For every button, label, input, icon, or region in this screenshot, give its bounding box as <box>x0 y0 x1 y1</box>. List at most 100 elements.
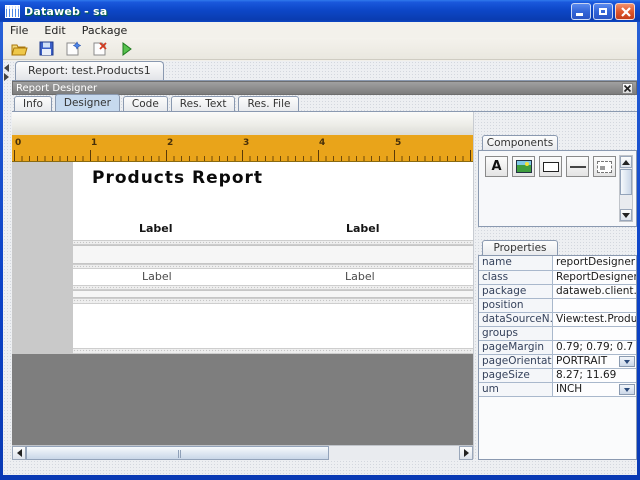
components-palette: A <box>478 150 637 227</box>
property-name: um <box>479 383 553 396</box>
menu-package[interactable]: Package <box>82 24 128 37</box>
report-canvas[interactable]: Products Report Label Label Label Label <box>12 162 473 445</box>
document-tab-products1[interactable]: Report: test.Products1 <box>15 61 164 80</box>
property-value[interactable] <box>553 327 636 340</box>
toolbar <box>3 38 637 60</box>
close-icon <box>621 6 631 17</box>
rectangle-component-button[interactable] <box>539 156 562 177</box>
close-button[interactable] <box>615 2 635 20</box>
tab-scroll-right-icon[interactable] <box>4 73 9 81</box>
restore-button[interactable] <box>593 2 613 20</box>
property-value[interactable]: ReportDesigner <box>553 271 636 284</box>
new-report-icon <box>66 41 81 56</box>
title-bar[interactable]: Dataweb - sa <box>0 0 640 22</box>
workspace: Report: test.Products1 Report Designer I… <box>3 61 637 475</box>
horizontal-scrollbar[interactable] <box>12 445 473 460</box>
ruler-number: 4 <box>319 138 326 148</box>
panel-close-button[interactable] <box>622 82 633 94</box>
tab-scroll-left-icon[interactable] <box>4 64 9 72</box>
delete-report-icon <box>93 42 107 56</box>
panel-component-icon <box>597 160 612 173</box>
new-report-button[interactable] <box>64 41 82 57</box>
scroll-left-button[interactable] <box>12 446 26 460</box>
scroll-up-icon <box>622 159 630 165</box>
line-component-button[interactable] <box>566 156 589 177</box>
group-footer-band[interactable] <box>73 290 473 298</box>
scroll-right-button[interactable] <box>459 446 473 460</box>
menu-bar: File Edit Package <box>3 22 637 38</box>
page-margin-column <box>12 162 73 354</box>
property-value[interactable] <box>553 299 636 312</box>
properties-table: name reportDesigner class ReportDesigner… <box>479 256 636 397</box>
ruler-number: 2 <box>167 138 174 148</box>
image-component-button[interactable] <box>512 156 535 177</box>
tab-designer[interactable]: Designer <box>54 94 120 111</box>
report-page[interactable]: Products Report Label Label Label Label <box>73 162 473 354</box>
property-name: dataSourceN... <box>479 313 553 326</box>
property-row-name[interactable]: name reportDesigner <box>479 256 636 270</box>
rectangle-component-icon <box>542 161 559 172</box>
dropdown-button[interactable] <box>619 356 635 367</box>
property-value[interactable]: 8.27; 11.69 <box>553 369 636 382</box>
scroll-up-button[interactable] <box>620 156 632 168</box>
band-separator[interactable] <box>73 348 473 354</box>
panel-close-icon <box>623 84 632 92</box>
components-tab[interactable]: Components <box>482 135 558 150</box>
horizontal-ruler: 0 1 2 3 4 5 <box>12 135 473 162</box>
property-row-um[interactable]: um INCH <box>479 382 636 396</box>
property-value[interactable]: 0.79; 0.79; 0.7 <box>553 341 636 354</box>
save-button[interactable] <box>37 41 55 57</box>
report-designer-header[interactable]: Report Designer <box>12 81 637 95</box>
minimize-icon <box>576 12 583 16</box>
property-row-pagemargin[interactable]: pageMargin 0.79; 0.79; 0.7 <box>479 340 636 354</box>
property-row-pageorientation[interactable]: pageOrientat... PORTRAIT <box>479 354 636 368</box>
property-value[interactable]: INCH <box>553 383 636 396</box>
scroll-down-button[interactable] <box>620 209 632 221</box>
group-band[interactable] <box>73 245 473 264</box>
footer-band[interactable] <box>73 304 473 348</box>
property-value[interactable]: reportDesigner <box>553 256 636 270</box>
delete-report-button[interactable] <box>91 41 109 57</box>
report-designer-title: Report Designer <box>16 82 98 94</box>
tab-res-file[interactable]: Res. File <box>238 96 300 111</box>
minimize-button[interactable] <box>571 2 591 20</box>
property-value[interactable]: dataweb.client. <box>553 285 636 298</box>
run-button[interactable] <box>118 41 136 57</box>
detail-label-1[interactable]: Label <box>142 270 172 283</box>
components-scrollbar-thumb[interactable] <box>620 169 632 195</box>
property-name: pageMargin <box>479 341 553 354</box>
property-name: groups <box>479 327 553 340</box>
menu-edit[interactable]: Edit <box>44 24 65 37</box>
label-component-button[interactable]: A <box>485 156 508 177</box>
components-scrollbar[interactable] <box>619 155 633 222</box>
label-component-icon: A <box>491 159 502 174</box>
property-row-groups[interactable]: groups <box>479 326 636 340</box>
property-row-pagesize[interactable]: pageSize 8.27; 11.69 <box>479 368 636 382</box>
detail-label-2[interactable]: Label <box>345 270 375 283</box>
ruler-number: 1 <box>91 138 98 148</box>
property-row-class[interactable]: class ReportDesigner <box>479 270 636 284</box>
header-label-2[interactable]: Label <box>346 222 380 235</box>
save-icon <box>39 41 53 56</box>
report-title-label[interactable]: Products Report <box>92 168 263 188</box>
open-button[interactable] <box>10 41 28 57</box>
property-row-datasource[interactable]: dataSourceN... View:test.Produ <box>479 312 636 326</box>
property-name: position <box>479 299 553 312</box>
report-title-band[interactable]: Products Report Label Label <box>73 162 473 240</box>
tab-res-text[interactable]: Res. Text <box>170 96 236 111</box>
horizontal-scrollbar-thumb[interactable] <box>26 446 329 460</box>
detail-band[interactable]: Label Label <box>73 269 473 285</box>
menu-file[interactable]: File <box>10 24 28 37</box>
header-label-1[interactable]: Label <box>139 222 173 235</box>
properties-tab[interactable]: Properties <box>482 240 558 255</box>
panel-component-button[interactable] <box>593 156 616 177</box>
property-row-package[interactable]: package dataweb.client. <box>479 284 636 298</box>
tab-code[interactable]: Code <box>122 96 168 111</box>
property-value[interactable]: View:test.Produ <box>553 313 636 326</box>
dropdown-button[interactable] <box>619 384 635 395</box>
tab-info[interactable]: Info <box>14 96 52 111</box>
property-value[interactable]: PORTRAIT <box>553 355 636 368</box>
property-row-position[interactable]: position <box>479 298 636 312</box>
property-name: name <box>479 256 553 270</box>
app-window: Dataweb - sa File Edit Package Report: t… <box>0 0 640 480</box>
